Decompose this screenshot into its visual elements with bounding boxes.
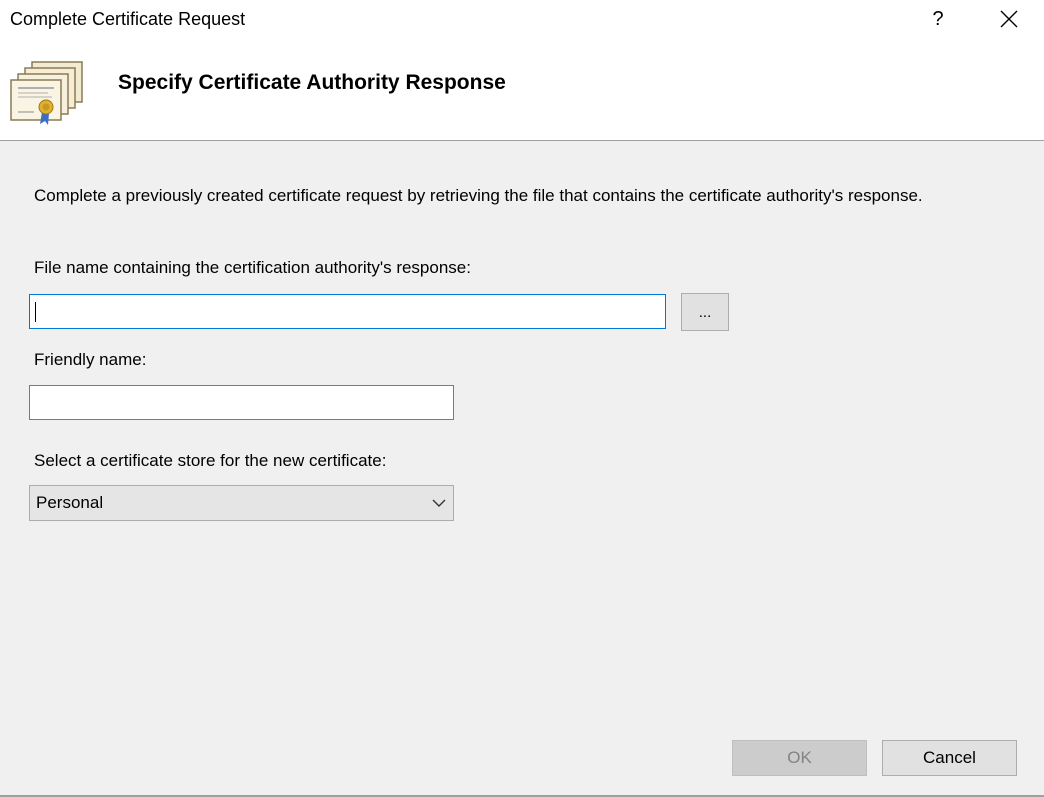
browse-button[interactable]: ... <box>681 293 729 331</box>
file-name-input[interactable] <box>29 294 666 329</box>
file-name-label: File name containing the certification a… <box>34 258 471 277</box>
window-title: Complete Certificate Request <box>10 9 246 29</box>
ok-button[interactable]: OK <box>732 740 867 776</box>
title-bar: Complete Certificate Request ? <box>0 0 1044 40</box>
page-title: Specify Certificate Authority Response <box>118 71 506 94</box>
description-text: Complete a previously created certificat… <box>34 186 923 205</box>
chevron-down-icon <box>432 499 446 507</box>
close-icon <box>1000 10 1018 28</box>
friendly-name-label: Friendly name: <box>34 350 147 369</box>
text-caret <box>35 302 36 322</box>
certificate-store-label: Select a certificate store for the new c… <box>34 451 387 470</box>
close-button[interactable] <box>986 0 1032 38</box>
help-button[interactable]: ? <box>915 0 961 38</box>
certificate-store-value: Personal <box>36 493 104 512</box>
friendly-name-input[interactable] <box>29 385 454 420</box>
wizard-header: Specify Certificate Authority Response <box>0 40 1044 141</box>
cancel-button[interactable]: Cancel <box>882 740 1017 776</box>
certificate-icon <box>10 61 83 125</box>
certificate-store-select[interactable]: Personal <box>29 485 454 521</box>
